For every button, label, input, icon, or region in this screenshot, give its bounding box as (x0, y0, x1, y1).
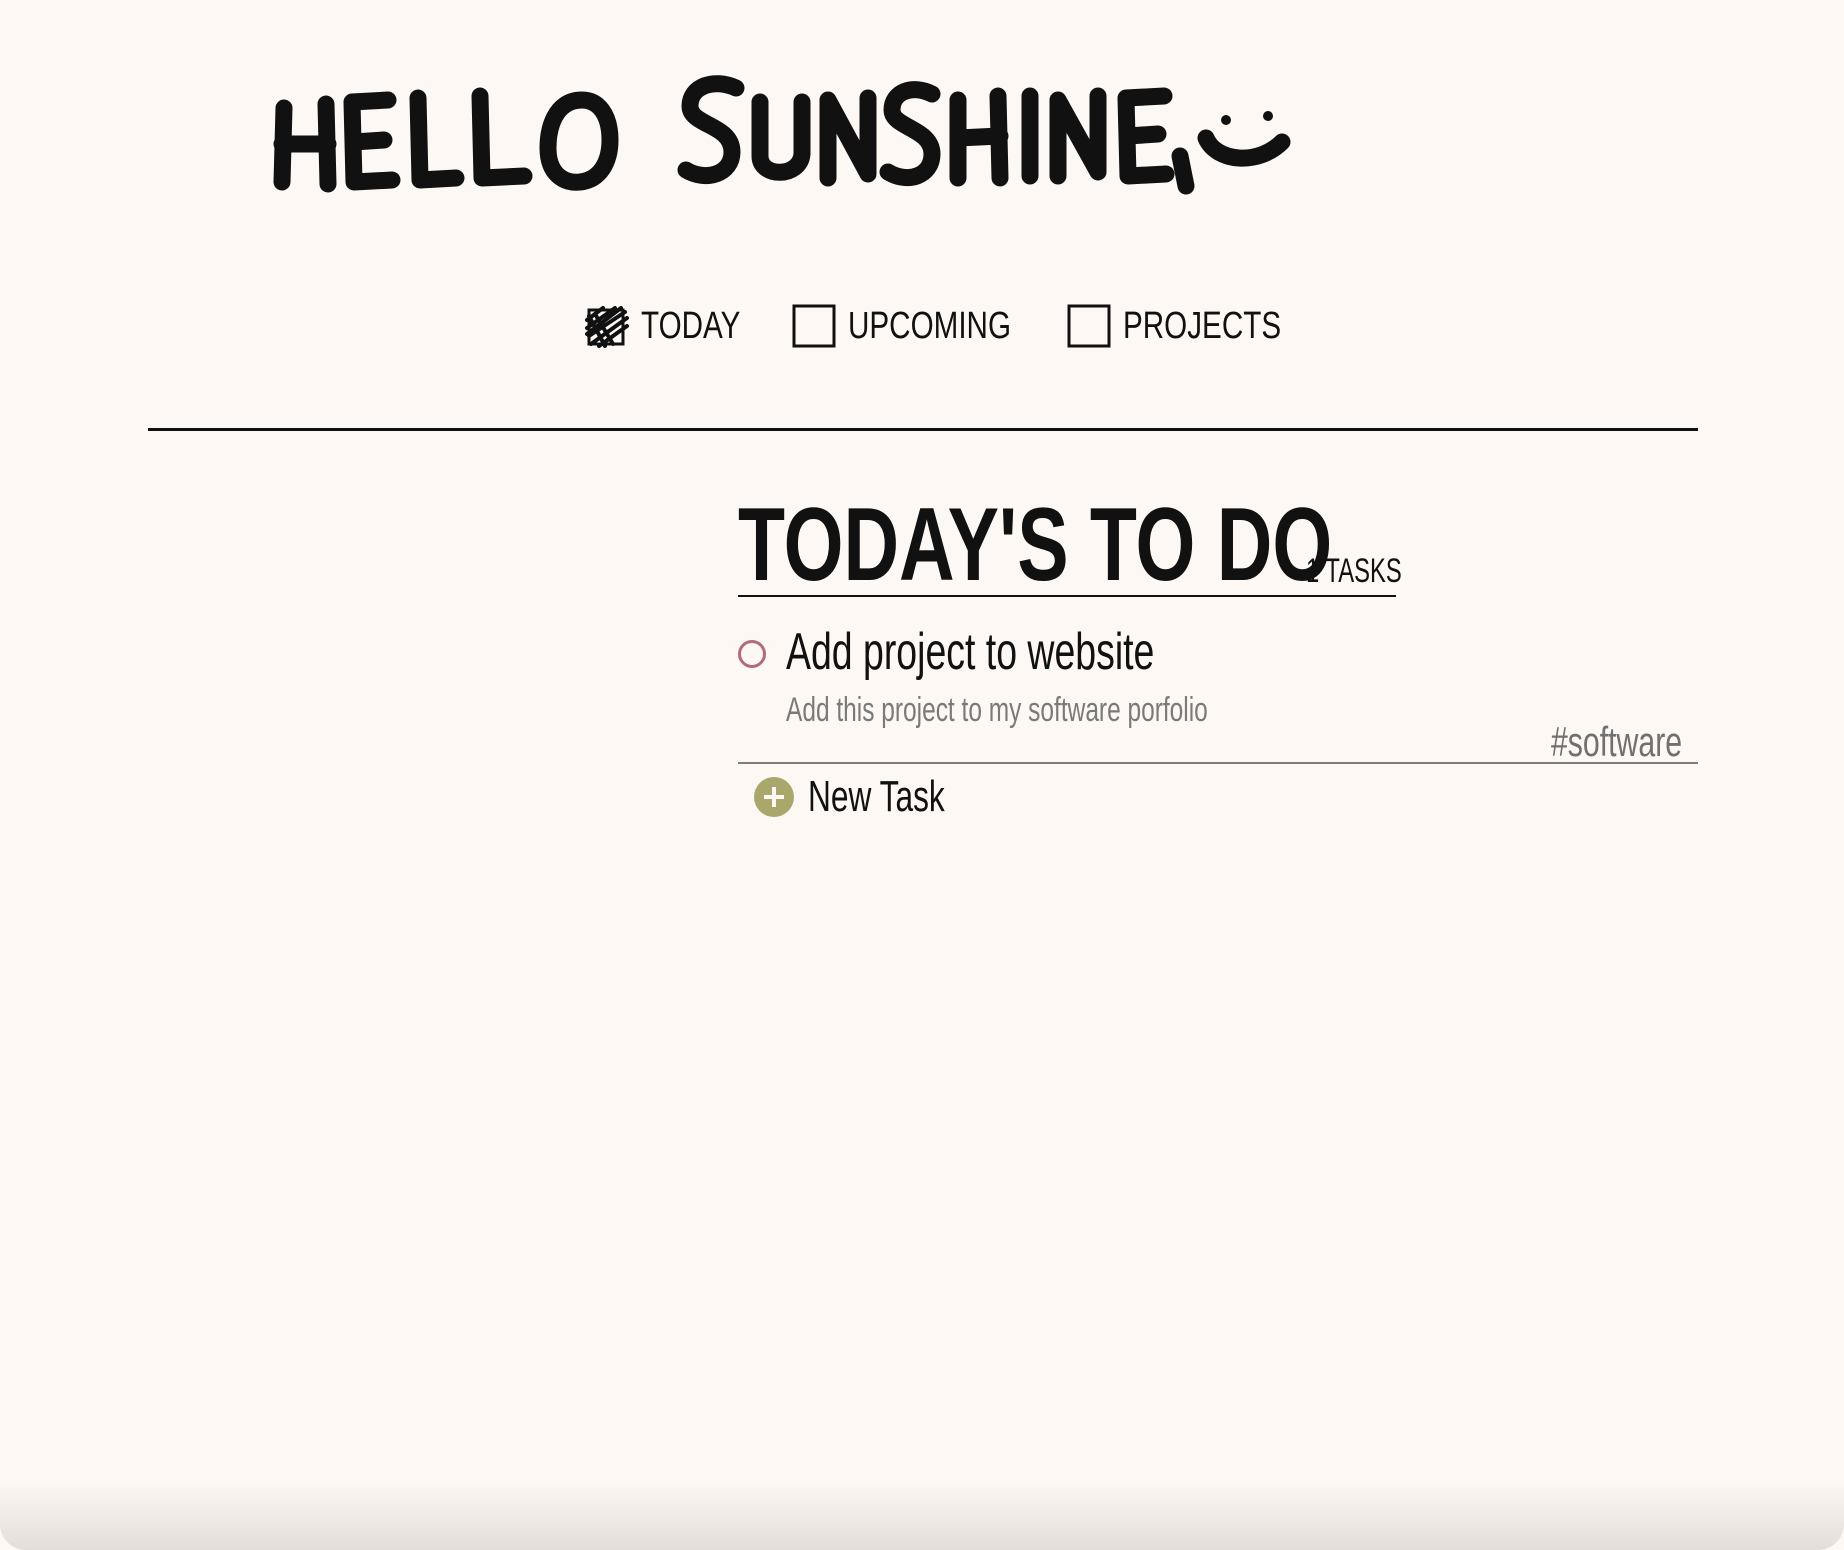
plus-circle-icon (754, 777, 794, 817)
task-item[interactable]: Add project to website Add this project … (738, 620, 1698, 764)
empty-checkbox-icon (1067, 304, 1111, 348)
task-title: Add project to website (786, 623, 1155, 681)
task-circle-icon[interactable] (738, 640, 766, 668)
empty-checkbox-icon (792, 304, 836, 348)
section-header: TODAY'S TO DO 1 TASKS (738, 487, 1402, 603)
nav-label-projects: PROJECTS (1123, 304, 1282, 347)
new-task-label: New Task (808, 772, 945, 821)
scribbled-checkbox-icon (585, 306, 629, 348)
nav-label-upcoming: UPCOMING (848, 304, 1012, 347)
task-description: Add this project to my software porfolio (786, 691, 1208, 729)
new-task-button[interactable]: New Task (754, 772, 998, 822)
page-title: TODAY'S TO DO (738, 487, 1333, 603)
header-divider (148, 428, 1698, 431)
main-nav: TODAY UPCOMING PROJECTS (585, 298, 1290, 354)
hello-sunshine-logo (268, 70, 1438, 220)
nav-label-today: TODAY (641, 304, 741, 347)
nav-item-upcoming[interactable]: UPCOMING (792, 304, 1019, 348)
nav-item-projects[interactable]: PROJECTS (1067, 304, 1290, 348)
task-count: 1 TASKS (1306, 552, 1402, 590)
task-tag[interactable]: #software (1551, 720, 1682, 764)
hello-sunshine-lettering (273, 75, 1291, 195)
nav-item-today[interactable]: TODAY (585, 304, 744, 348)
window-bottom-edge (0, 1480, 1844, 1550)
